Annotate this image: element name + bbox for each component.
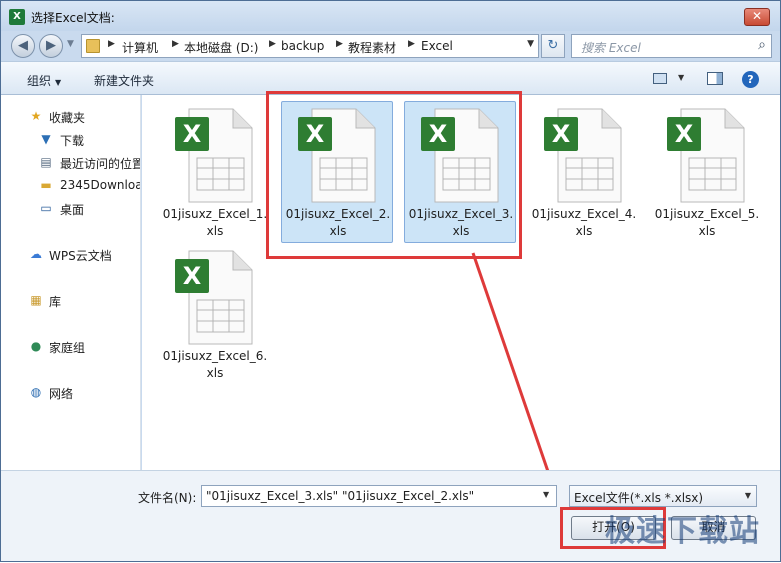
watermark-text: 极速下载站 <box>605 514 760 549</box>
filetype-select[interactable]: Excel文件(*.xls *.xlsx) ▼ <box>569 485 757 507</box>
filename-history-dropdown-icon[interactable]: ▼ <box>543 490 549 499</box>
filename-label: 文件名(N): <box>138 491 197 505</box>
open-file-dialog: X 选择Excel文档: ✕ ◀ ▶ ▼ ▶ 计算机 ▶ 本地磁盘 (D:) ▶… <box>0 0 781 562</box>
filename-field[interactable]: "01jisuxz_Excel_3.xls" "01jisuxz_Excel_2… <box>201 485 557 507</box>
chevron-down-icon: ▼ <box>744 491 751 500</box>
filetype-value: Excel文件(*.xls *.xlsx) <box>574 491 704 505</box>
